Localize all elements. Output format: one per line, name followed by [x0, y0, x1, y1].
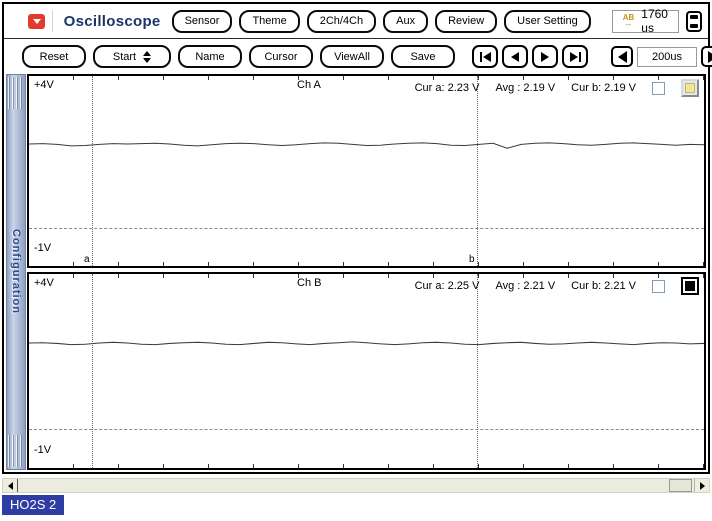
configuration-splitter[interactable]: Configuration — [6, 74, 26, 470]
separator — [52, 10, 53, 32]
cursor-b-line[interactable] — [477, 76, 478, 266]
oscilloscope-app: Oscilloscope Sensor Theme 2Ch/4Ch Aux Re… — [0, 0, 712, 521]
cursor-b-tag: b — [469, 254, 475, 265]
delta-time-value: 1760 us — [641, 7, 668, 35]
theme-button[interactable]: Theme — [239, 10, 299, 33]
timebase-increase-button[interactable] — [701, 46, 712, 67]
channel-b-checkbox[interactable] — [652, 280, 665, 293]
avg-readout: Avg : 2.21 V — [495, 280, 555, 292]
cursor-b-line[interactable] — [477, 274, 478, 468]
bottom-voltage-label: -1V — [34, 444, 51, 456]
viewall-button[interactable]: ViewAll — [320, 45, 384, 68]
channel-a-name: Ch A — [297, 79, 321, 91]
toolbar-bottom: Reset Start Name Cursor ViewAll Save 200… — [4, 40, 708, 73]
skip-to-start-button[interactable] — [472, 45, 498, 68]
sensor-tag: HO2S 2 — [2, 495, 64, 515]
cursor-b-readout: Cur b: 2.19 V — [571, 82, 636, 94]
app-window-frame: Oscilloscope Sensor Theme 2Ch/4Ch Aux Re… — [2, 2, 710, 474]
avg-readout: Avg : 2.19 V — [495, 82, 555, 94]
channel-a-readouts: Cur a: 2.23 V Avg : 2.19 V Cur b: 2.19 V — [415, 79, 699, 97]
channel-b-color-swatch-button[interactable] — [681, 277, 699, 295]
cursor-a-tag: a — [84, 254, 90, 265]
channel-b-readouts: Cur a: 2.25 V Avg : 2.21 V Cur b: 2.21 V — [415, 277, 699, 295]
step-forward-button[interactable] — [532, 45, 558, 68]
bottom-voltage-label: -1V — [34, 242, 51, 254]
cursor-button[interactable]: Cursor — [249, 45, 313, 68]
ab-cursor-delta-icon — [623, 15, 635, 27]
cursor-a-readout: Cur a: 2.25 V — [415, 280, 480, 292]
start-button-label: Start — [113, 51, 136, 63]
top-voltage-label: +4V — [34, 79, 54, 91]
cursor-delta-time-display: 1760 us — [612, 10, 679, 33]
scroll-right-button[interactable] — [694, 479, 709, 492]
save-button[interactable]: Save — [391, 45, 455, 68]
configuration-label: Configuration — [10, 229, 22, 314]
aux-button[interactable]: Aux — [383, 10, 428, 33]
channel-mode-button[interactable]: 2Ch/4Ch — [307, 10, 376, 33]
step-back-button[interactable] — [502, 45, 528, 68]
channel-b-panel: +4V Ch B -1V Cur a: 2.25 V Avg : 2.21 V … — [27, 272, 706, 470]
timebase-decrease-button[interactable] — [611, 46, 633, 67]
cursor-b-readout: Cur b: 2.21 V — [571, 280, 636, 292]
scroll-left-button[interactable] — [3, 479, 18, 492]
record-navigation — [472, 45, 588, 68]
name-button[interactable]: Name — [178, 45, 242, 68]
start-spinner-icon — [143, 51, 151, 63]
timebase-control: 200us — [611, 46, 712, 67]
channel-a-panel: +4V Ch A -1V a b Cur a: 2.23 V Avg : 2.1… — [27, 74, 706, 268]
cursor-a-line[interactable] — [92, 274, 93, 468]
start-button[interactable]: Start — [93, 45, 171, 68]
scrollbar-thumb[interactable] — [669, 479, 692, 492]
menu-icon[interactable] — [686, 11, 702, 32]
reset-button[interactable]: Reset — [22, 45, 86, 68]
app-title: Oscilloscope — [64, 13, 161, 30]
user-setting-button[interactable]: User Setting — [504, 10, 591, 33]
horizontal-scrollbar[interactable] — [2, 478, 710, 493]
top-voltage-label: +4V — [34, 277, 54, 289]
timebase-value: 200us — [637, 47, 697, 67]
cursor-a-line[interactable] — [92, 76, 93, 266]
app-logo-dropdown-icon[interactable] — [28, 14, 45, 29]
channel-b-name: Ch B — [297, 277, 321, 289]
channel-a-checkbox[interactable] — [652, 82, 665, 95]
skip-to-end-button[interactable] — [562, 45, 588, 68]
toolbar-top: Oscilloscope Sensor Theme 2Ch/4Ch Aux Re… — [4, 4, 708, 39]
channel-a-color-swatch-button[interactable] — [681, 79, 699, 97]
review-button[interactable]: Review — [435, 10, 497, 33]
sensor-button[interactable]: Sensor — [172, 10, 233, 33]
channel-a-waveform — [29, 76, 704, 266]
cursor-a-readout: Cur a: 2.23 V — [415, 82, 480, 94]
channel-b-waveform — [29, 274, 704, 468]
